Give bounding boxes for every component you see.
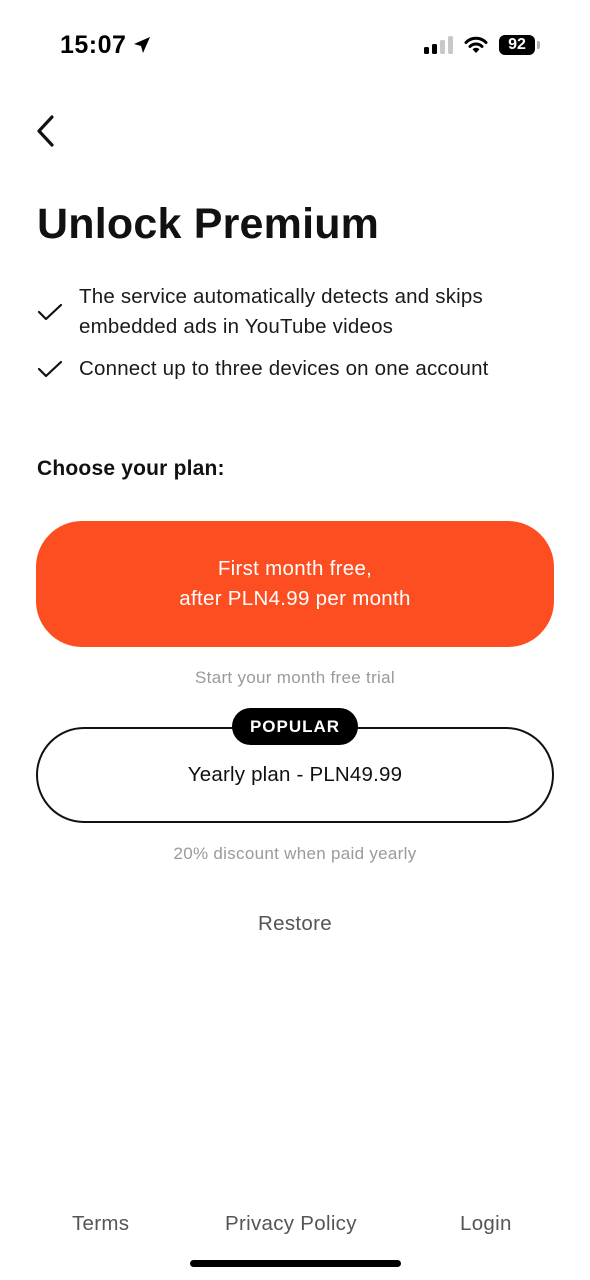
feature-line: embedded ads in YouTube videos: [79, 315, 394, 338]
feature-item: The service automatically detects and sk…: [37, 282, 557, 342]
restore-button[interactable]: Restore: [245, 912, 345, 936]
status-indicators: 92: [424, 30, 540, 60]
trial-line-2: after PLN4.99 per month: [179, 587, 411, 610]
status-time-label: 15:07: [60, 30, 127, 59]
status-time: 15:07: [60, 28, 152, 62]
checkmark-icon: [37, 360, 63, 378]
terms-link[interactable]: Terms: [72, 1212, 129, 1236]
popular-badge: POPULAR: [232, 708, 358, 745]
page-title: Unlock Premium: [37, 200, 380, 248]
yearly-caption: 20% discount when paid yearly: [173, 844, 417, 863]
chevron-left-icon: [37, 115, 54, 147]
feature-text: The service automatically detects and sk…: [79, 282, 483, 342]
battery-icon: 92: [499, 35, 540, 55]
feature-line: The service automatically detects and sk…: [79, 285, 483, 308]
trial-line-1: First month free,: [217, 557, 373, 580]
feature-list: The service automatically detects and sk…: [37, 282, 557, 396]
wifi-icon: [464, 36, 488, 53]
checkmark-icon: [37, 303, 63, 321]
cellular-signal-icon: [424, 36, 453, 54]
back-button[interactable]: [26, 108, 66, 154]
login-link[interactable]: Login: [460, 1212, 512, 1236]
privacy-policy-link[interactable]: Privacy Policy: [225, 1212, 357, 1236]
yearly-plan-label: Yearly plan - PLN49.99: [187, 763, 403, 786]
choose-plan-label: Choose your plan:: [37, 457, 225, 480]
feature-text: Connect up to three devices on one accou…: [79, 354, 489, 384]
feature-item: Connect up to three devices on one accou…: [37, 354, 557, 384]
home-indicator: [190, 1260, 401, 1267]
free-trial-plan-button[interactable]: First month free, after PLN4.99 per mont…: [36, 521, 554, 647]
location-arrow-icon: [134, 37, 151, 53]
feature-line: Connect up to three devices on one accou…: [79, 357, 489, 380]
battery-level: 92: [499, 35, 535, 55]
trial-caption: Start your month free trial: [195, 668, 395, 687]
